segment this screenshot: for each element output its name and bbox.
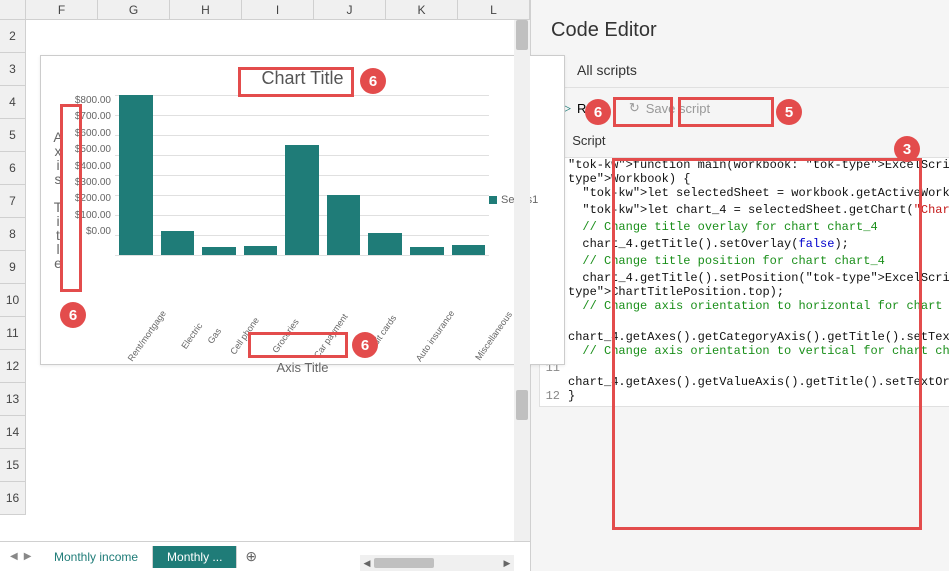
chart-title[interactable]: Chart Title	[41, 56, 564, 95]
callout-badge: 6	[360, 68, 386, 94]
row-header[interactable]: 9	[0, 251, 26, 284]
code-block[interactable]: 1"tok-kw">function main(workbook: "tok-t…	[539, 157, 949, 407]
x-axis-labels: Rent/mortgage Electric Gas Cell phone Gr…	[109, 305, 494, 360]
row-header[interactable]: 14	[0, 416, 26, 449]
y-axis-labels: $800.00 $700.00 $600.00 $500.00 $400.00 …	[65, 95, 115, 255]
row-header[interactable]: 10	[0, 284, 26, 317]
row-header[interactable]: 8	[0, 218, 26, 251]
callout-badge: 6	[352, 332, 378, 358]
bar[interactable]	[119, 95, 153, 255]
all-scripts-link[interactable]: All scripts	[577, 62, 637, 78]
row-header[interactable]: 12	[0, 350, 26, 383]
callout-badge: 6	[585, 99, 611, 125]
bar[interactable]	[285, 145, 319, 255]
horizontal-scrollbar[interactable]: ◀ ▶	[360, 555, 514, 571]
pane-title: Code Editor	[551, 19, 949, 42]
row-header[interactable]: 15	[0, 449, 26, 482]
add-sheet-button[interactable]: ⊕	[237, 548, 265, 565]
column-headers: F G H I J K L	[0, 0, 530, 20]
row-header[interactable]: 7	[0, 185, 26, 218]
col-header[interactable]: F	[26, 0, 98, 19]
bar[interactable]	[452, 245, 486, 255]
bar[interactable]	[368, 233, 402, 255]
script-name[interactable]: Script	[572, 133, 605, 148]
col-header[interactable]: L	[458, 0, 530, 19]
row-header[interactable]: 4	[0, 86, 26, 119]
row-header[interactable]: 2	[0, 20, 26, 53]
bar[interactable]	[202, 247, 236, 255]
embedded-chart[interactable]: Chart Title Axis Title $800.00 $700.00 $…	[40, 55, 565, 365]
worksheet: F G H I J K L 2 3 4 5 6 7 8 9 10 11 12 1…	[0, 0, 531, 571]
col-header[interactable]: K	[386, 0, 458, 19]
vertical-scrollbar[interactable]	[514, 20, 530, 541]
col-header[interactable]: I	[242, 0, 314, 19]
bar[interactable]	[244, 246, 278, 255]
row-header[interactable]: 6	[0, 152, 26, 185]
row-header[interactable]: 3	[0, 53, 26, 86]
save-script-button[interactable]: ↻ Save script	[619, 96, 720, 120]
bar[interactable]	[410, 247, 444, 255]
code-editor-pane: Code Editor ⌄ ✕ ← All scripts ▷ Run ↻ Sa…	[531, 0, 949, 571]
col-header[interactable]: H	[170, 0, 242, 19]
sheet-tab-active[interactable]: Monthly ...	[153, 546, 237, 568]
callout-badge: 3	[894, 136, 920, 162]
callout-badge: 5	[776, 99, 802, 125]
row-header[interactable]: 13	[0, 383, 26, 416]
chart-plot-area[interactable]	[115, 95, 489, 255]
callout-badge: 6	[60, 302, 86, 328]
chart-bars	[119, 95, 485, 255]
row-header[interactable]: 5	[0, 119, 26, 152]
y-axis-title[interactable]: Axis Title	[51, 95, 65, 305]
bar[interactable]	[327, 195, 361, 255]
sheet-tab[interactable]: Monthly income	[40, 546, 153, 568]
refresh-icon: ↻	[629, 100, 640, 116]
row-headers: 2 3 4 5 6 7 8 9 10 11 12 13 14 15 16	[0, 20, 26, 515]
bar[interactable]	[161, 231, 195, 255]
row-header[interactable]: 16	[0, 482, 26, 515]
legend-swatch-icon	[489, 196, 497, 204]
col-header[interactable]: J	[314, 0, 386, 19]
sheet-nav[interactable]: ◀▶	[0, 551, 40, 562]
col-header[interactable]: G	[98, 0, 170, 19]
row-header[interactable]: 11	[0, 317, 26, 350]
